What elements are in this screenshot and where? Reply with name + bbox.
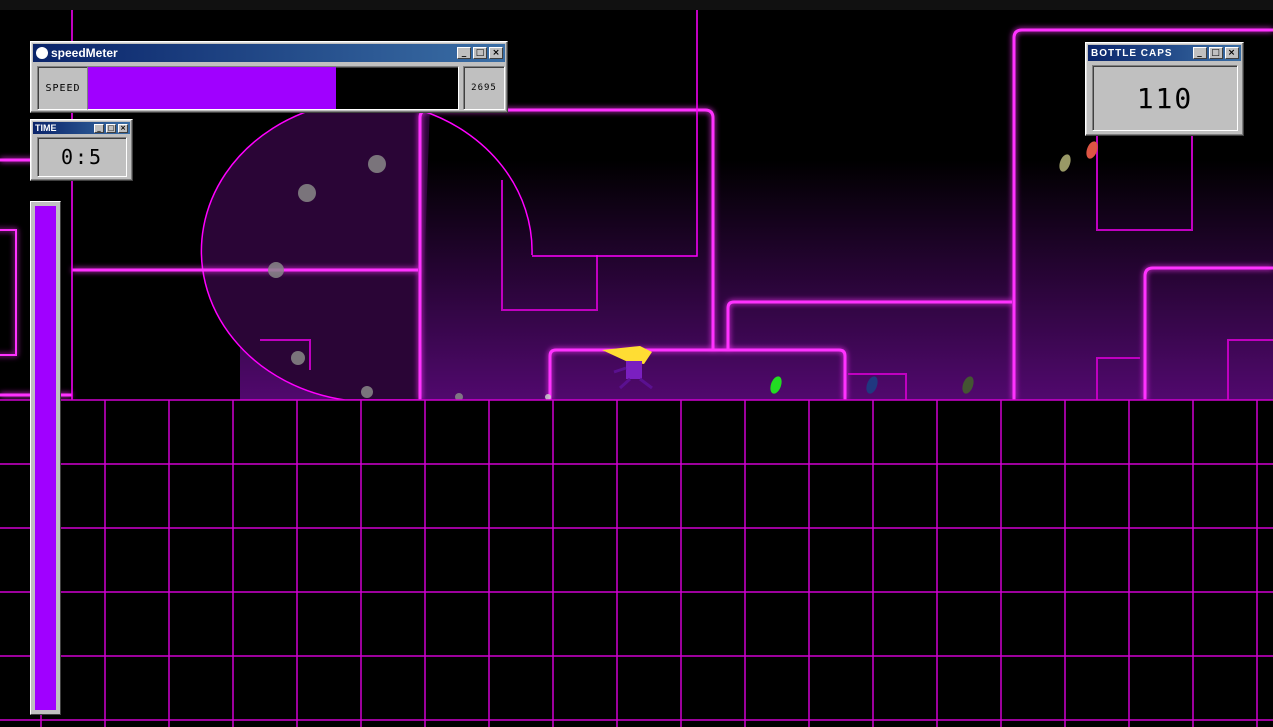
app-icon — [36, 47, 48, 59]
speedmeter-window[interactable]: speedMeter _ □ × SPEED 2695 — [30, 41, 508, 113]
bottle-caps-window[interactable]: BOTTLE CAPS _ □ × 110 — [1085, 42, 1244, 136]
time-titlebar[interactable]: TIME _ □ × — [33, 122, 130, 134]
speed-bar-fill — [88, 67, 336, 109]
close-button[interactable]: × — [1225, 47, 1239, 59]
vertical-meter — [30, 201, 61, 715]
minimize-button[interactable]: _ — [94, 123, 104, 133]
time-window[interactable]: TIME _ □ × 0:5 — [30, 119, 133, 181]
maximize-button[interactable]: □ — [1209, 47, 1223, 59]
minimize-button[interactable]: _ — [457, 47, 471, 59]
bottle-caps-titlebar[interactable]: BOTTLE CAPS _ □ × — [1088, 45, 1241, 61]
time-value: 0:5 — [37, 137, 127, 177]
speedmeter-title: speedMeter — [51, 46, 118, 60]
speed-label: SPEED — [37, 66, 89, 110]
speed-bar — [87, 66, 459, 110]
time-title: TIME — [35, 123, 57, 133]
maximize-button[interactable]: □ — [473, 47, 487, 59]
close-button[interactable]: × — [489, 47, 503, 59]
maximize-button[interactable]: □ — [106, 123, 116, 133]
speed-value: 2695 — [463, 66, 505, 110]
floor — [0, 400, 1273, 727]
vertical-meter-fill — [35, 206, 56, 710]
bottle-caps-title: BOTTLE CAPS — [1091, 47, 1173, 59]
minimize-button[interactable]: _ — [1193, 47, 1207, 59]
close-button[interactable]: × — [118, 123, 128, 133]
bottle-caps-count: 110 — [1092, 65, 1238, 131]
speedmeter-titlebar[interactable]: speedMeter _ □ × — [33, 44, 505, 62]
